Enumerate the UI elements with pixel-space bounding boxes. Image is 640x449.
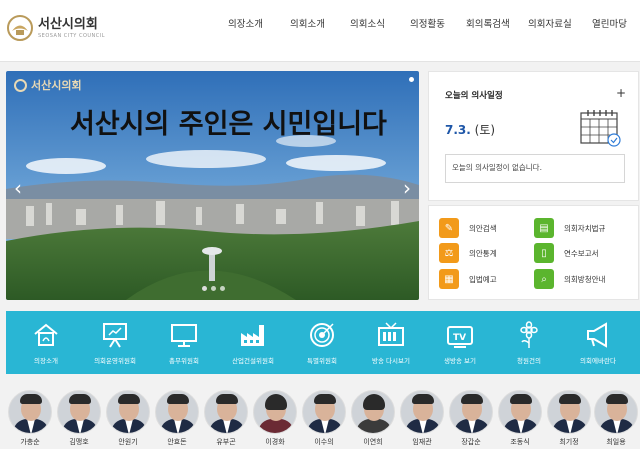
member-card[interactable]: 최기정 (546, 390, 592, 447)
member-card[interactable]: 최일용 (593, 390, 639, 447)
member-card[interactable]: 이수의 (301, 390, 347, 447)
target-icon (310, 323, 334, 347)
band-item-steering-committee[interactable]: 의회운영위원회 (83, 311, 147, 374)
quick-link-bylaws[interactable]: ▤ 의회자치법규 (534, 218, 605, 238)
schedule-empty-message: 오늘의 의사일정이 없습니다. (445, 154, 625, 183)
banner-dot-1[interactable] (202, 286, 207, 291)
quick-links-panel: ✎ 의안검색 ▤ 의회자치법규 ⚖ 의안통계 ▯ 연수보고서 ▦ 입법예고 ⌕ 의회방청안내 (428, 205, 639, 300)
committee-menu-band: 의장소개 의회운영위원회 총무위원회 산업건설위원회 특별위원회 방송 다시보기… (6, 311, 640, 374)
mobile-icon: ▯ (534, 243, 554, 263)
member-card[interactable]: 임재관 (399, 390, 445, 447)
monitor-icon (171, 324, 197, 347)
banner-landscape-image: 서산시의 주인은 시민입니다 (6, 71, 419, 300)
logo-subtitle: SEOSAN CITY COUNCIL (38, 32, 106, 39)
member-photo (204, 390, 248, 434)
schedule-title: 오늘의 의사일정 (445, 91, 503, 101)
member-photo (498, 390, 542, 434)
member-photo (57, 390, 101, 434)
band-item-petition[interactable]: 청원건의 (497, 311, 561, 374)
site-logo[interactable]: 서산시의회 SEOSAN CITY COUNCIL (6, 14, 105, 42)
member-photo (547, 390, 591, 434)
book-icon: ▤ (534, 218, 554, 238)
site-header: 서산시의회 SEOSAN CITY COUNCIL 의장소개 의회소개 의회소식… (0, 0, 640, 62)
band-item-general-affairs[interactable]: 총무위원회 (152, 311, 216, 374)
member-photo (400, 390, 444, 434)
member-card[interactable]: 유부곤 (203, 390, 249, 447)
nav-open-forum[interactable]: 열린마당 (592, 16, 627, 30)
chevron-left-icon[interactable]: ‹ (14, 176, 22, 200)
presentation-icon (103, 323, 127, 348)
member-photo (155, 390, 199, 434)
tv-play-icon: TV (447, 326, 473, 348)
megaphone-icon (587, 322, 607, 348)
tv-icon (378, 322, 404, 346)
member-card[interactable]: 안효돈 (154, 390, 200, 447)
member-card[interactable]: 이경화 (252, 390, 298, 447)
member-photo (106, 390, 150, 434)
house-icon (34, 323, 58, 346)
banner-pagination (202, 286, 225, 291)
flower-icon (520, 321, 538, 348)
member-card[interactable]: 이연희 (350, 390, 396, 447)
council-seal-icon (7, 15, 33, 41)
banner-dot-2[interactable] (211, 286, 216, 291)
schedule-more-button[interactable]: + (616, 86, 626, 100)
member-photo (351, 390, 395, 434)
member-card[interactable]: 김맹호 (56, 390, 102, 447)
banner-pause-icon[interactable] (409, 77, 414, 82)
nav-archive[interactable]: 의회자료실 (528, 16, 572, 30)
member-photo (449, 390, 493, 434)
band-item-suggestions[interactable]: 의회에바란다 (566, 311, 630, 374)
quick-link-training-report[interactable]: ▯ 연수보고서 (534, 243, 599, 263)
member-card[interactable]: 가충순 (7, 390, 53, 447)
member-photo (594, 390, 638, 434)
quick-link-bill-stats[interactable]: ⚖ 의안통계 (439, 243, 497, 263)
member-card[interactable]: 장갑순 (448, 390, 494, 447)
chevron-right-icon[interactable]: › (403, 176, 411, 200)
band-item-special-committee[interactable]: 특별위원회 (290, 311, 354, 374)
gavel-icon: ⚖ (439, 243, 459, 263)
main-banner-slider[interactable]: 서산시의 주인은 시민입니다 서산시의회 ‹ › (6, 71, 419, 300)
council-members-strip: 가충순 김맹호 안원기 안효돈 유부곤 이경화 이수의 이연희 임재관 장갑순 … (0, 380, 640, 449)
schedule-date: 7.3. (토) (445, 123, 496, 137)
today-schedule-panel: 오늘의 의사일정 + 7.3. (토) 오늘의 의사일정이 없습니다. (428, 71, 639, 201)
banner-dot-3[interactable] (220, 286, 225, 291)
svg-text:TV: TV (453, 333, 466, 343)
memo-icon: ✎ (439, 218, 459, 238)
nav-council[interactable]: 의회소개 (290, 16, 325, 30)
nav-chairman[interactable]: 의장소개 (228, 16, 263, 30)
magnifier-icon: ⌕ (534, 269, 554, 289)
banner-slogan: 서산시의 주인은 시민입니다 (70, 109, 387, 140)
nav-activities[interactable]: 의정활동 (410, 16, 445, 30)
member-card[interactable]: 조동식 (497, 390, 543, 447)
factory-icon (241, 325, 264, 346)
calendar-icon (580, 110, 621, 147)
band-item-chairman[interactable]: 의장소개 (14, 311, 78, 374)
nav-news[interactable]: 의회소식 (350, 16, 385, 30)
band-item-replay[interactable]: 방송 다시보기 (359, 311, 423, 374)
banner-seal-icon (14, 78, 27, 92)
quick-link-legislation-notice[interactable]: ▦ 입법예고 (439, 269, 497, 289)
document-icon: ▦ (439, 269, 459, 289)
banner-logo: 서산시의회 (14, 77, 82, 93)
member-photo (302, 390, 346, 434)
band-item-industry-construction[interactable]: 산업건설위원회 (221, 311, 285, 374)
quick-link-visit-guide[interactable]: ⌕ 의회방청안내 (534, 269, 605, 289)
quick-link-bill-search[interactable]: ✎ 의안검색 (439, 218, 497, 238)
logo-title: 서산시의회 (38, 16, 98, 32)
nav-minutes-search[interactable]: 회의록검색 (466, 16, 510, 30)
member-photo (253, 390, 297, 434)
band-item-live[interactable]: TV 생방송 보기 (428, 311, 492, 374)
member-card[interactable]: 안원기 (105, 390, 151, 447)
member-photo (8, 390, 52, 434)
